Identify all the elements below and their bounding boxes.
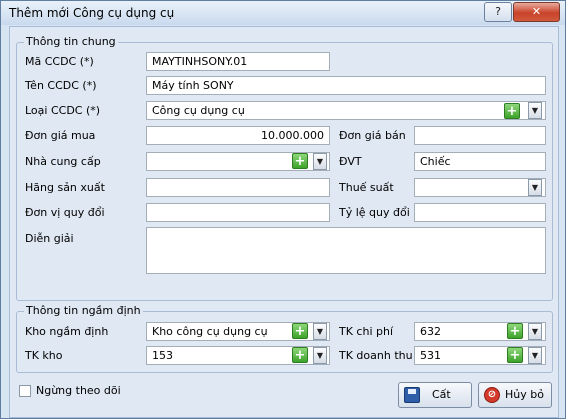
default-info-title: Thông tin ngầm định	[24, 304, 143, 317]
ty-le-quy-doi-label: Tỷ lệ quy đổi	[339, 206, 410, 219]
nha-cung-cap-dropdown-icon[interactable]: ▼	[313, 153, 327, 170]
don-gia-ban-label: Đơn giá bán	[339, 129, 406, 142]
add-tk-chi-phi-button[interactable]: +	[507, 323, 523, 339]
add-kho-button[interactable]: +	[292, 323, 308, 339]
general-info-title: Thông tin chung	[24, 35, 118, 48]
cancel-icon: ⊘	[484, 387, 500, 403]
tk-doanh-thu-select[interactable]: 531	[414, 346, 546, 365]
tk-chi-phi-select[interactable]: 632	[414, 322, 546, 341]
tk-doanh-thu-dropdown-icon[interactable]: ▼	[528, 347, 542, 364]
loai-ccdc-dropdown-icon[interactable]: ▼	[528, 102, 542, 119]
default-info-group: Thông tin ngầm định Kho ngầm định Kho cô…	[16, 304, 553, 373]
ma-ccdc-label: Mã CCDC (*)	[25, 55, 94, 68]
kho-ngam-dinh-label: Kho ngầm định	[25, 325, 109, 338]
save-button[interactable]: Cất	[398, 382, 472, 408]
thue-suat-dropdown-icon[interactable]: ▼	[528, 179, 542, 196]
thue-suat-label: Thuế suất	[339, 181, 394, 194]
loai-ccdc-label: Loại CCDC (*)	[25, 104, 101, 117]
tk-chi-phi-dropdown-icon[interactable]: ▼	[528, 323, 542, 340]
window-title: Thêm mới Công cụ dụng cụ	[9, 6, 175, 20]
save-button-label: Cất	[432, 388, 451, 401]
help-button[interactable]: ?	[484, 2, 512, 22]
tk-doanh-thu-label: TK doanh thu	[339, 349, 413, 362]
hang-san-xuat-label: Hãng sản xuất	[25, 181, 105, 194]
add-tk-kho-button[interactable]: +	[292, 347, 308, 363]
thue-suat-select[interactable]	[414, 178, 546, 197]
don-gia-mua-input[interactable]: 10.000.000	[146, 126, 330, 145]
cancel-button-label: Hủy bỏ	[505, 388, 544, 401]
general-info-group: Thông tin chung Mã CCDC (*) MAYTINHSONY.…	[16, 35, 553, 301]
don-gia-ban-input[interactable]	[414, 126, 546, 145]
tk-kho-label: TK kho	[25, 349, 63, 362]
don-vi-quy-doi-input[interactable]	[146, 203, 330, 222]
don-gia-mua-label: Đơn giá mua	[25, 129, 96, 142]
dien-giai-textarea[interactable]	[146, 227, 546, 274]
ten-ccdc-input[interactable]: Máy tính SONY	[146, 76, 546, 95]
dien-giai-label: Diễn giải	[25, 232, 74, 245]
ngung-theo-doi-label: Ngừng theo dõi	[36, 384, 121, 397]
add-loai-ccdc-button[interactable]: +	[504, 103, 520, 119]
close-button[interactable]: ✕	[513, 2, 560, 22]
add-tk-doanh-thu-button[interactable]: +	[507, 347, 523, 363]
loai-ccdc-select[interactable]: Công cụ dụng cụ	[146, 101, 546, 120]
ma-ccdc-input[interactable]: MAYTINHSONY.01	[146, 52, 330, 71]
ty-le-quy-doi-input[interactable]	[414, 203, 546, 222]
don-vi-quy-doi-label: Đơn vị quy đổi	[25, 206, 105, 219]
hang-san-xuat-input[interactable]	[146, 178, 330, 197]
dialog-window: Thêm mới Công cụ dụng cụ ? ✕ Thông tin c…	[0, 0, 566, 419]
cancel-button[interactable]: ⊘ Hủy bỏ	[478, 382, 552, 408]
dvt-input[interactable]: Chiếc	[414, 152, 546, 171]
tk-kho-dropdown-icon[interactable]: ▼	[313, 347, 327, 364]
kho-dropdown-icon[interactable]: ▼	[313, 323, 327, 340]
ngung-theo-doi-checkbox[interactable]	[19, 385, 31, 397]
dialog-content: Thông tin chung Mã CCDC (*) MAYTINHSONY.…	[9, 26, 559, 418]
add-nha-cung-cap-button[interactable]: +	[292, 153, 308, 169]
tk-chi-phi-label: TK chi phí	[339, 325, 394, 338]
save-icon	[404, 387, 420, 403]
nha-cung-cap-label: Nhà cung cấp	[25, 155, 101, 168]
ten-ccdc-label: Tên CCDC (*)	[25, 79, 97, 92]
dvt-label: ĐVT	[339, 155, 362, 168]
title-bar: Thêm mới Công cụ dụng cụ ? ✕	[1, 1, 565, 25]
